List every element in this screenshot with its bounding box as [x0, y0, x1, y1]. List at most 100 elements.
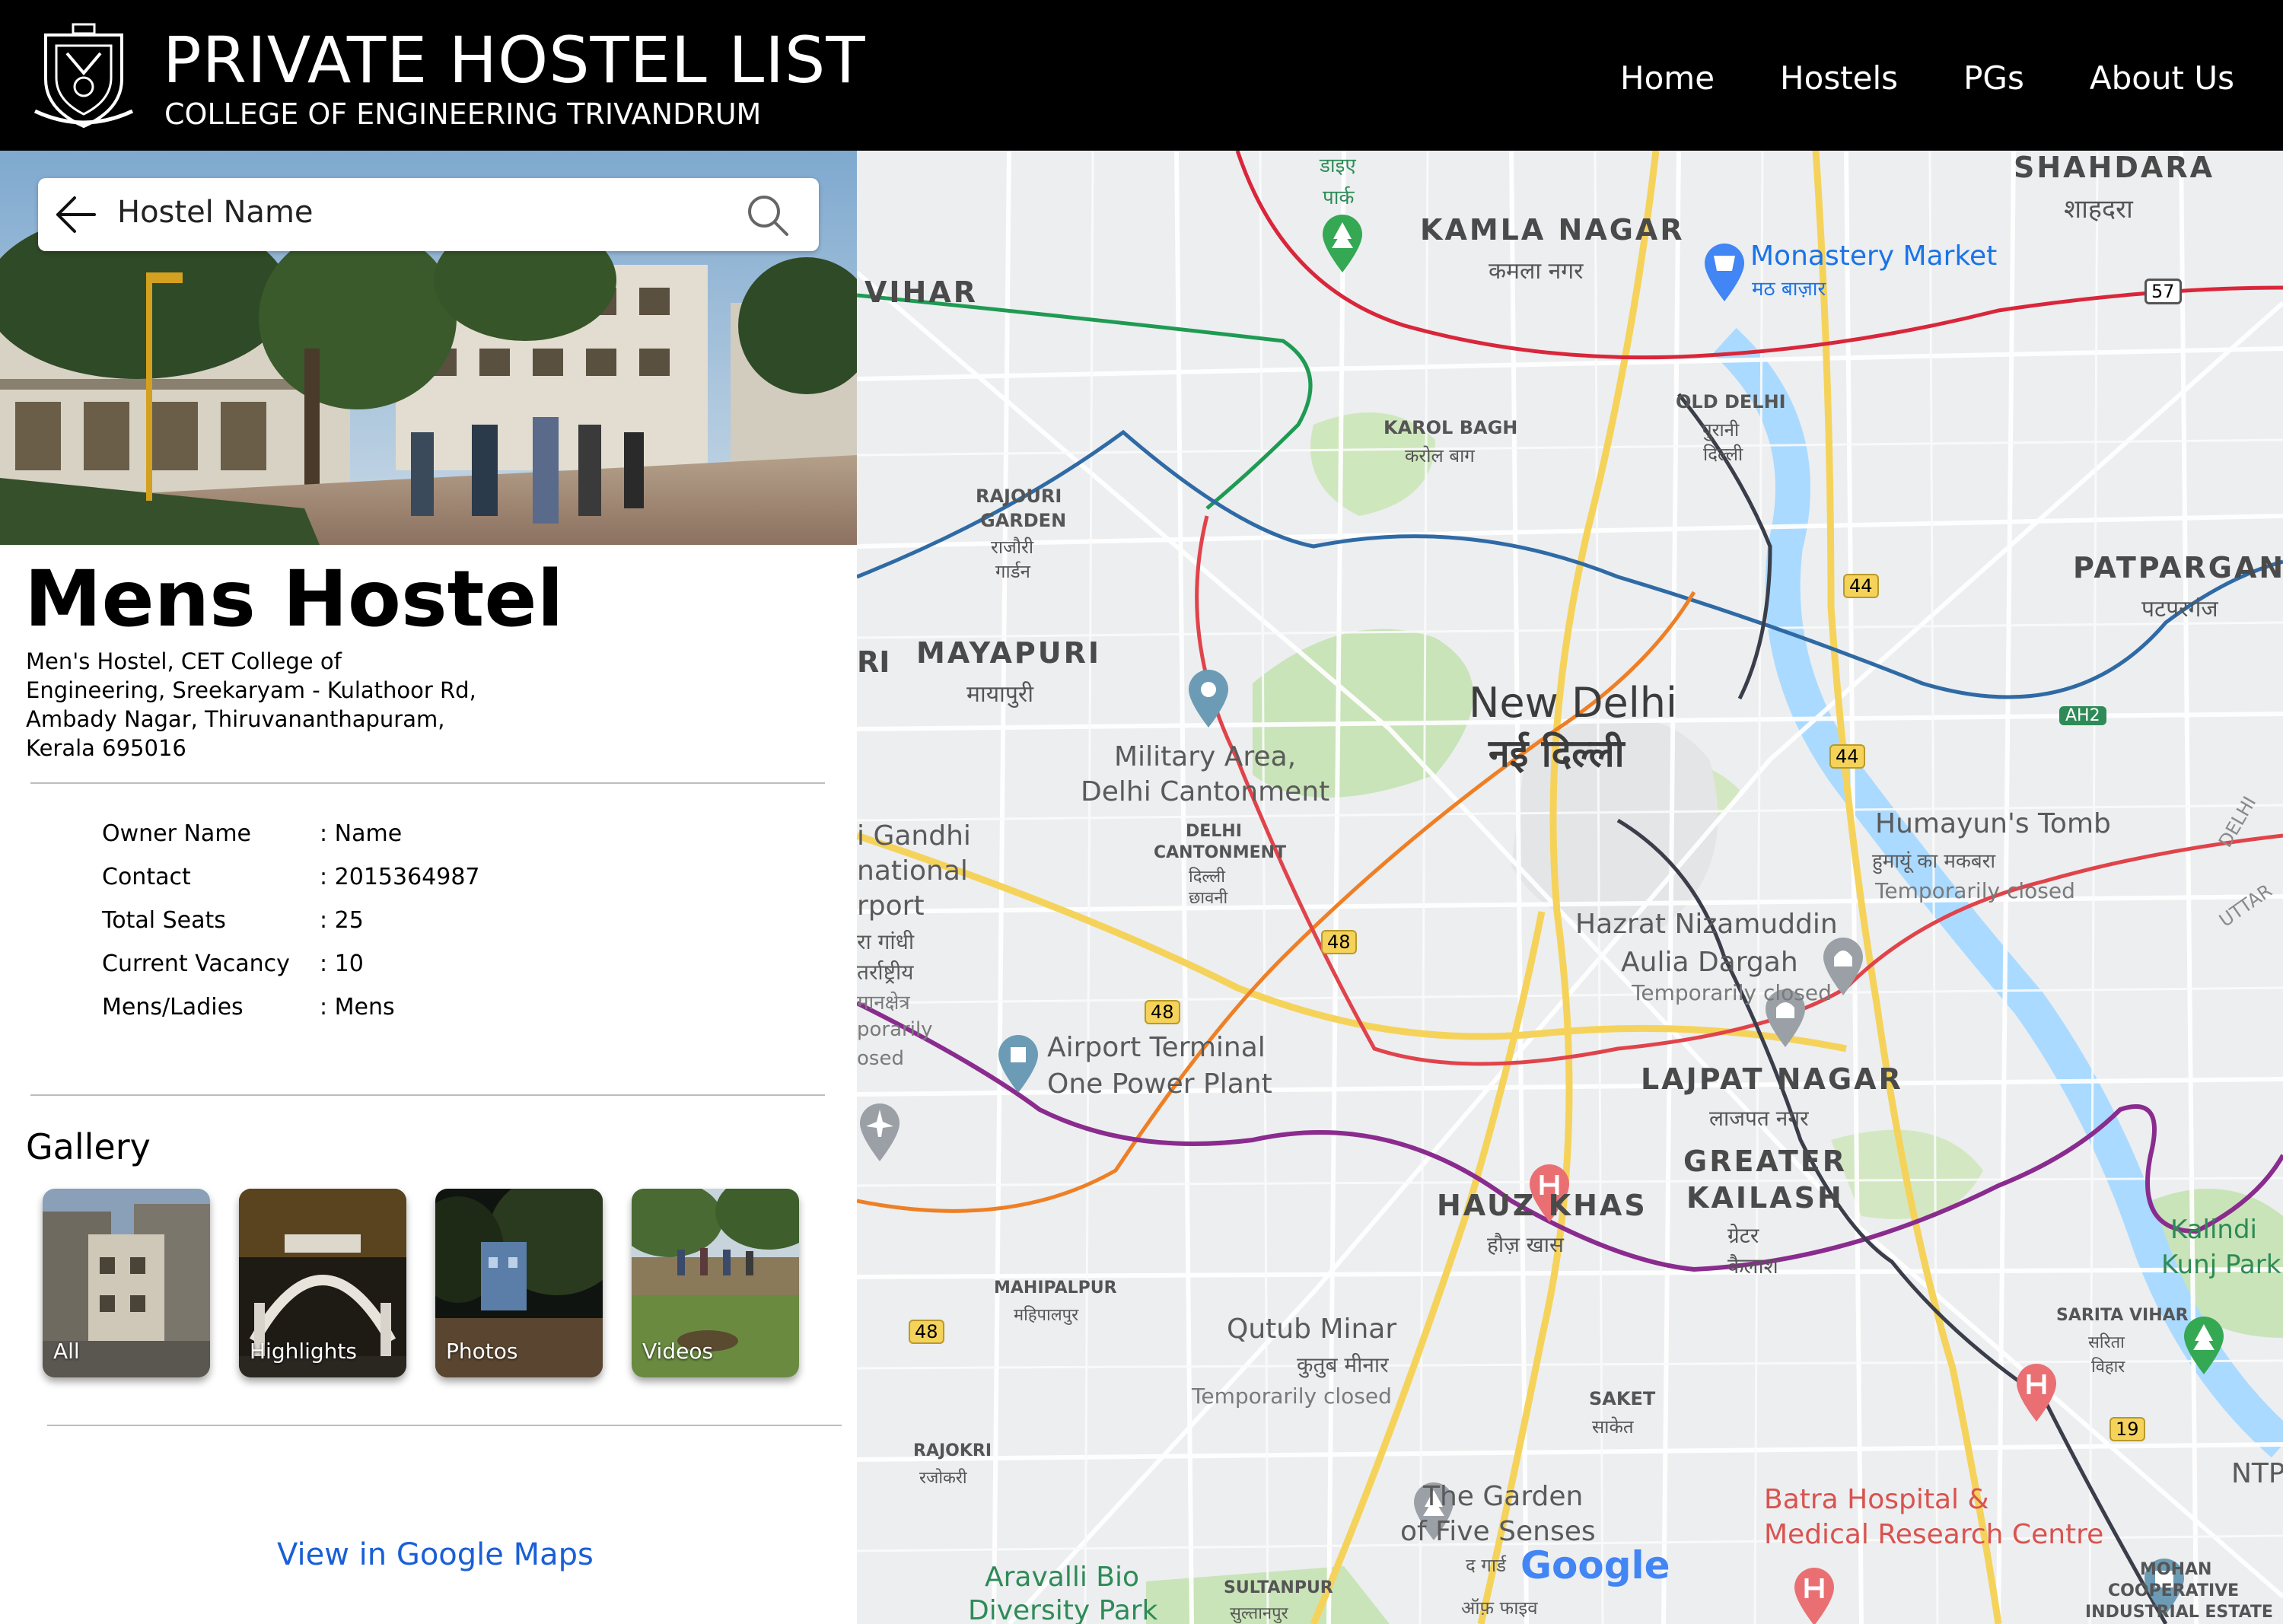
main-nav: Home Hostels PGs About Us — [1620, 59, 2234, 97]
hostel-name: Mens Hostel — [24, 554, 564, 645]
road-shield: 48 — [1321, 930, 1357, 954]
map-label: NTP — [2231, 1458, 2283, 1489]
map-label: i Gandhi — [857, 820, 971, 852]
map-label: porarily — [857, 1018, 933, 1041]
road-shield: 48 — [909, 1320, 944, 1344]
shopping-pin-icon[interactable] — [1702, 242, 1747, 303]
gallery-thumb-photos[interactable]: Photos — [435, 1189, 603, 1377]
search-icon[interactable] — [746, 193, 790, 237]
map-label: SAKET — [1589, 1388, 1656, 1409]
map-label: ऑफ़ फाइव — [1461, 1597, 1538, 1619]
map-label: मायापुरी — [966, 681, 1033, 708]
map-label: GARDEN — [980, 510, 1067, 531]
search-input[interactable]: Hostel Name — [117, 195, 314, 230]
google-logo: Google — [1520, 1543, 1670, 1587]
map-label: LAJPAT NAGAR — [1641, 1062, 1903, 1096]
detail-value: : 10 — [320, 951, 364, 977]
map-label: SARITA VIHAR — [2056, 1306, 2189, 1325]
site-subtitle: COLLEGE OF ENGINEERING TRIVANDRUM — [164, 97, 762, 131]
map-label: छावनी — [1189, 889, 1228, 908]
map-label: COOPERATIVE — [2108, 1581, 2240, 1600]
detail-label: Owner Name — [102, 820, 251, 847]
hostel-address: Men's Hostel, CET College of Engineering… — [26, 647, 513, 763]
address-line: Ambady Nagar, Thiruvananthapuram, — [26, 706, 445, 732]
road-shield: 19 — [2109, 1417, 2145, 1441]
map-label: ग्रेटर — [1727, 1223, 1759, 1248]
gallery-heading: Gallery — [26, 1126, 151, 1167]
detail-label: Current Vacancy — [102, 951, 290, 977]
college-crest-logo[interactable] — [30, 20, 137, 134]
map-label: हौज़ खास — [1487, 1232, 1564, 1257]
park-pin-icon[interactable] — [1320, 213, 1365, 274]
map-label: MAYAPURI — [916, 636, 1101, 670]
nav-pgs[interactable]: PGs — [1963, 59, 2024, 97]
map-label: Medical Research Centre — [1764, 1519, 2104, 1550]
view-in-google-maps-link[interactable]: View in Google Maps — [277, 1537, 594, 1572]
airport-pin-icon[interactable] — [857, 1102, 903, 1163]
map-label: INDUSTRIAL ESTATE — [2085, 1603, 2273, 1622]
map-label: Aulia Dargah — [1621, 947, 1798, 978]
map-label: शाहदरा — [2064, 194, 2133, 224]
map-label: पटपरगंज — [2141, 596, 2218, 623]
map-label: हुमायूं का मकबरा — [1872, 850, 1996, 873]
map-label: PATPARGANJ — [2073, 551, 2283, 584]
hospital-pin-icon[interactable] — [2014, 1362, 2059, 1423]
map-label: New Delhi — [1469, 679, 1677, 727]
map-label: कुतुब मीनार — [1297, 1352, 1389, 1377]
map-label: मानक्षेत्र — [857, 992, 910, 1014]
map-label: सरिता — [2088, 1333, 2125, 1352]
map-label: rport — [857, 890, 925, 922]
divider — [47, 1425, 842, 1426]
gallery-thumb-all[interactable]: All — [43, 1189, 210, 1377]
map-label: Delhi Cantonment — [1081, 776, 1330, 807]
map-label: द गार्ड — [1466, 1555, 1506, 1576]
detail-value: : Mens — [320, 994, 395, 1021]
map-label: HAUZ KHAS — [1437, 1189, 1648, 1222]
map-label: गार्डन — [995, 561, 1030, 582]
map-label: राजौरी — [991, 537, 1034, 558]
address-line: Kerala 695016 — [26, 735, 186, 761]
map-label: SULTANPUR — [1224, 1578, 1333, 1597]
nav-home[interactable]: Home — [1620, 59, 1715, 97]
map-label: Diversity Park — [968, 1595, 1158, 1624]
landmark-pin-icon[interactable] — [995, 1033, 1041, 1094]
address-line: Men's Hostel, CET College of — [26, 648, 342, 674]
map-label: DELHI — [1186, 822, 1242, 841]
detail-value: : 2015364987 — [320, 864, 480, 890]
back-arrow-icon[interactable] — [55, 195, 97, 234]
map-label: RAJOKRI — [913, 1441, 992, 1460]
map-label: Kalindi — [2170, 1215, 2258, 1245]
hospital-pin-icon[interactable] — [1791, 1566, 1837, 1624]
place-pin-icon[interactable] — [1186, 668, 1231, 729]
map-label: विहार — [2091, 1358, 2125, 1377]
road-shield: 48 — [1145, 1000, 1180, 1024]
map-label: OLD DELHI — [1676, 391, 1786, 412]
site-title: PRIVATE HOSTEL LIST — [163, 23, 866, 97]
nav-hostels[interactable]: Hostels — [1780, 59, 1898, 97]
map-label: RAJOURI — [976, 486, 1062, 507]
google-map[interactable]: 57 44 44 48 48 48 19 AH2 SHAHDARA शाहदरा… — [857, 151, 2283, 1624]
map-label: Temporarily closed — [1632, 980, 1832, 1005]
map-label: रजोकरी — [919, 1469, 967, 1488]
gallery-thumb-label: Photos — [446, 1339, 518, 1364]
map-label: CANTONMENT — [1154, 843, 1287, 862]
map-label: Qutub Minar — [1227, 1314, 1397, 1345]
detail-label: Contact — [102, 864, 191, 890]
map-label: Kunj Park — [2161, 1250, 2281, 1280]
map-label: पार्क — [1323, 186, 1355, 209]
nav-about-us[interactable]: About Us — [2090, 59, 2234, 97]
hostel-search-bar[interactable]: Hostel Name — [38, 178, 819, 251]
gallery-thumb-label: Videos — [642, 1339, 714, 1364]
map-label: Batra Hospital & — [1764, 1484, 1989, 1515]
road-shield: 44 — [1829, 744, 1865, 769]
gallery-thumb-highlights[interactable]: Highlights — [239, 1189, 406, 1377]
map-label: Temporarily closed — [1192, 1384, 1392, 1409]
map-label: GREATER — [1683, 1145, 1848, 1178]
map-label: Humayun's Tomb — [1875, 808, 2111, 839]
map-label: SHAHDARA — [2014, 151, 2215, 184]
road-shield: 44 — [1843, 574, 1879, 598]
detail-value: : 25 — [320, 907, 364, 934]
map-label: Temporarily closed — [1875, 878, 2075, 903]
gallery-thumb-videos[interactable]: Videos — [632, 1189, 799, 1377]
map-label: Monastery Market — [1750, 240, 1998, 272]
